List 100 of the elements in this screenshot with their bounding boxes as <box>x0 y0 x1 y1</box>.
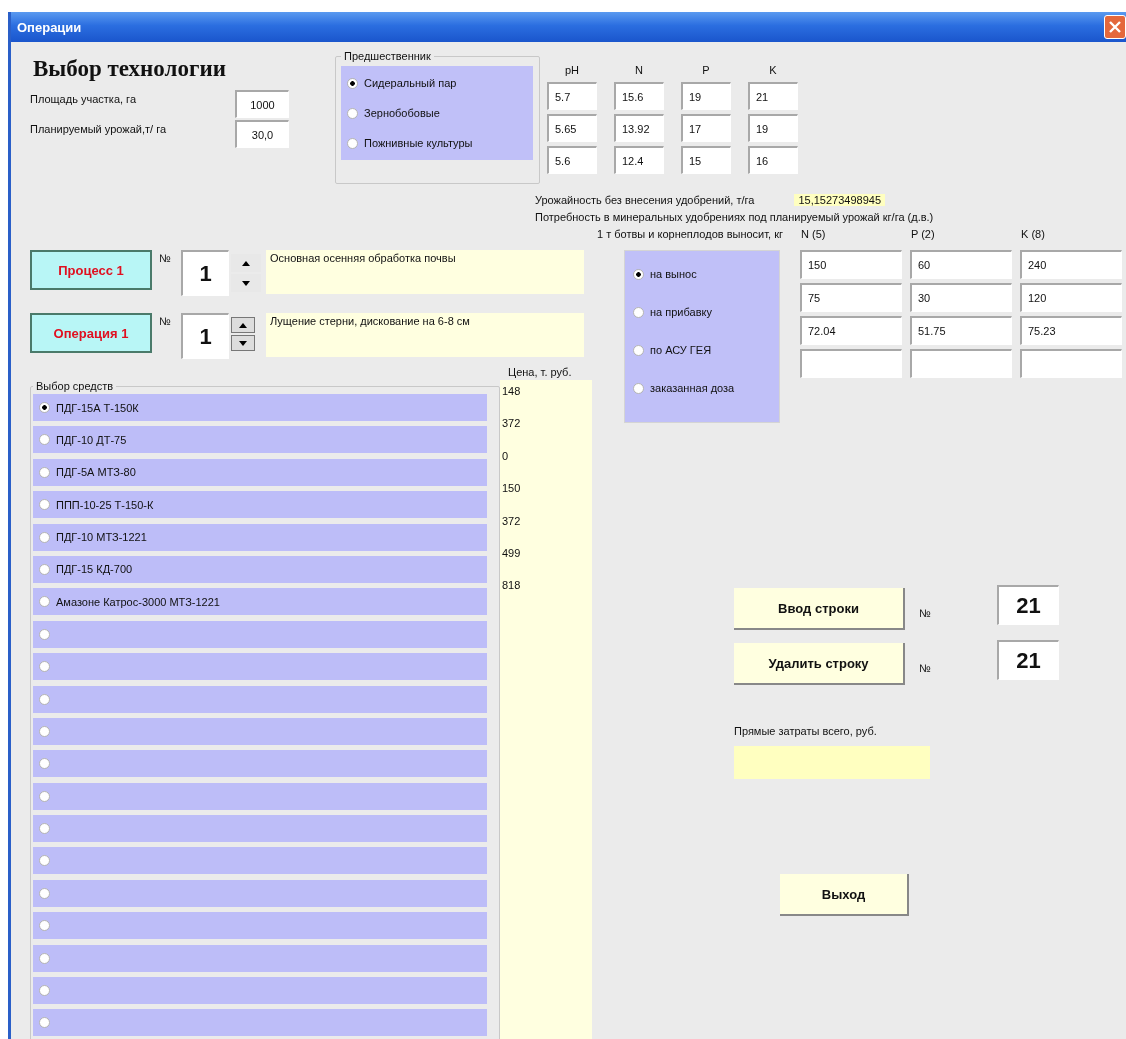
radio-button[interactable] <box>633 268 644 280</box>
list-item[interactable] <box>33 750 487 778</box>
radio-button[interactable] <box>39 596 50 608</box>
number-field[interactable]: 1 <box>181 250 229 296</box>
list-item[interactable]: ППП-10-25 Т-150-К <box>33 491 487 519</box>
radio-button[interactable] <box>39 952 50 964</box>
input-field[interactable]: 240 <box>1020 250 1122 279</box>
list-item[interactable] <box>33 977 487 1005</box>
input-field[interactable]: 19 <box>748 114 798 142</box>
input-field[interactable]: 15 <box>681 146 731 174</box>
input-field[interactable]: 60 <box>910 250 1012 279</box>
action-button[interactable]: Удалить строку <box>734 643 905 685</box>
input-field[interactable]: 75 <box>800 283 902 312</box>
close-icon <box>1109 21 1121 33</box>
input-field[interactable]: 5.7 <box>547 82 597 110</box>
list-item[interactable] <box>33 815 487 843</box>
input-field[interactable]: 12.4 <box>614 146 664 174</box>
number-field[interactable]: 1 <box>181 313 229 359</box>
radio-button[interactable] <box>347 137 358 149</box>
list-item[interactable] <box>33 847 487 875</box>
radio-button[interactable] <box>39 531 50 543</box>
list-item[interactable] <box>33 879 487 907</box>
list-item[interactable]: ПДГ-15 КД-700 <box>33 555 487 583</box>
input-field[interactable]: 17 <box>681 114 731 142</box>
input-field[interactable]: 75.23 <box>1020 316 1122 345</box>
list-item[interactable]: ПДГ-15А Т-150К <box>33 394 487 421</box>
radio-button[interactable] <box>633 382 644 394</box>
list-item[interactable] <box>33 717 487 745</box>
option-label: Зернобобовые <box>364 107 440 119</box>
input-field[interactable]: 15.6 <box>614 82 664 110</box>
yield-value: 15,15273498945 <box>794 194 886 206</box>
radio-button[interactable] <box>39 563 50 575</box>
number-sign: № <box>159 251 172 264</box>
radio-button[interactable] <box>39 1017 50 1029</box>
input-field[interactable]: 150 <box>800 250 902 279</box>
radio-button[interactable] <box>347 107 358 119</box>
number-field[interactable]: 21 <box>997 640 1059 680</box>
exit-button[interactable]: Выход <box>780 874 909 916</box>
radio-button[interactable] <box>39 499 50 511</box>
number-field[interactable]: 21 <box>997 585 1059 625</box>
item-label: ППП-10-25 Т-150-К <box>56 498 154 511</box>
option-label: по АСУ ГЕЯ <box>650 344 712 356</box>
list-item[interactable]: ПДГ-10 МТЗ-1221 <box>33 523 487 551</box>
list-item[interactable]: ПДГ-5А МТЗ-80 <box>33 458 487 486</box>
radio-button[interactable] <box>39 920 50 932</box>
radio-button[interactable] <box>39 628 50 640</box>
frame-title: Предшественник <box>343 50 432 62</box>
input-field[interactable]: 5.65 <box>547 114 597 142</box>
option-label: на прибавку <box>650 306 712 318</box>
list-item[interactable] <box>33 912 487 940</box>
radio-button[interactable] <box>633 344 644 356</box>
radio-button[interactable] <box>39 823 50 835</box>
input-field[interactable]: 19 <box>681 82 731 110</box>
field-label: Площадь участка, га <box>30 92 137 105</box>
radio-button[interactable] <box>39 402 50 413</box>
list-item[interactable] <box>33 685 487 713</box>
spin-down-button[interactable] <box>231 335 255 351</box>
radio-button[interactable] <box>39 758 50 770</box>
list-item[interactable] <box>33 944 487 972</box>
radio-button[interactable] <box>39 985 50 997</box>
close-button[interactable] <box>1104 15 1126 39</box>
column-header: P (2) <box>910 227 936 242</box>
radio-button[interactable] <box>39 434 50 446</box>
column-header: pH <box>563 64 581 78</box>
radio-button[interactable] <box>39 855 50 867</box>
number-sign: № <box>919 662 932 674</box>
price-header: Цена, т. руб. <box>508 366 572 378</box>
radio-button[interactable] <box>39 693 50 705</box>
list-item[interactable]: Амазоне Катрос-3000 МТЗ-1221 <box>33 588 487 616</box>
spin-up-button[interactable] <box>231 317 255 333</box>
input-field[interactable] <box>800 349 902 378</box>
radio-button[interactable] <box>39 661 50 673</box>
input-field[interactable]: 1000 <box>235 90 289 118</box>
price-text: 372 <box>502 514 521 527</box>
input-field[interactable]: 120 <box>1020 283 1122 312</box>
input-field[interactable]: 21 <box>748 82 798 110</box>
input-field[interactable]: 51.75 <box>910 316 1012 345</box>
radio-button[interactable] <box>347 77 358 89</box>
action-button[interactable]: Ввод строки <box>734 588 905 630</box>
list-item[interactable] <box>33 653 487 681</box>
radio-button[interactable] <box>39 887 50 899</box>
input-field[interactable]: 30,0 <box>235 120 289 148</box>
radio-button[interactable] <box>633 306 644 318</box>
radio-button[interactable] <box>39 790 50 802</box>
input-field[interactable]: 72.04 <box>800 316 902 345</box>
input-field[interactable] <box>910 349 1012 378</box>
radio-button[interactable] <box>39 725 50 737</box>
list-item[interactable]: ПДГ-10 ДТ-75 <box>33 426 487 454</box>
input-field[interactable]: 30 <box>910 283 1012 312</box>
description-label: Лущение стерни, дискование на 6-8 см <box>266 313 584 357</box>
form-heading: Выбор технологии <box>33 56 227 82</box>
input-field[interactable]: 13.92 <box>614 114 664 142</box>
radio-button[interactable] <box>39 466 50 478</box>
list-item[interactable] <box>33 620 487 648</box>
list-item[interactable] <box>33 1009 487 1037</box>
input-field[interactable]: 5.6 <box>547 146 597 174</box>
list-item[interactable] <box>33 782 487 810</box>
total-field[interactable] <box>734 746 930 779</box>
input-field[interactable] <box>1020 349 1122 378</box>
input-field[interactable]: 16 <box>748 146 798 174</box>
